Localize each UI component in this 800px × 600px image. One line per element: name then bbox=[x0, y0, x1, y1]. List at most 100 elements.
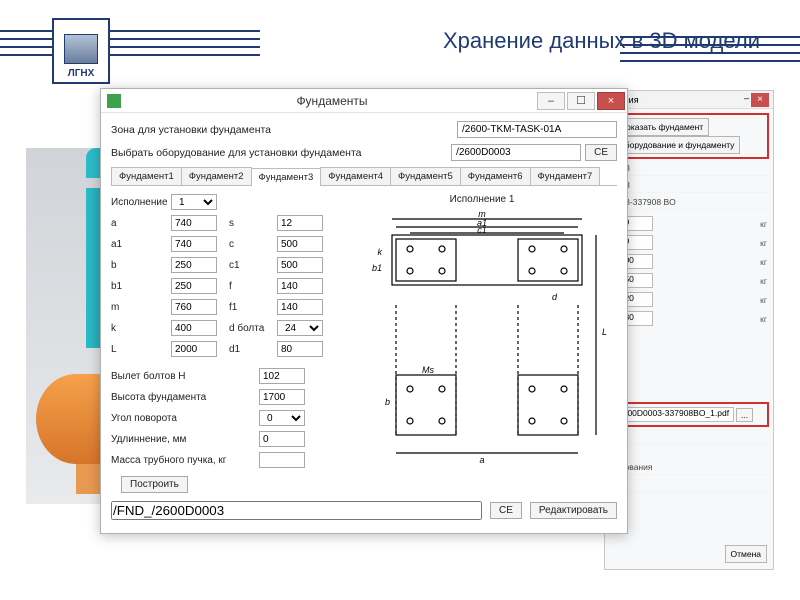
param-input[interactable] bbox=[259, 368, 305, 384]
dim-b: b bbox=[385, 397, 390, 407]
zone-input[interactable] bbox=[457, 121, 617, 138]
logo-icon bbox=[64, 34, 98, 64]
app-icon bbox=[107, 94, 121, 108]
param-label: Удлиннение, мм bbox=[111, 434, 259, 445]
zone-label: Зона для установки фундамента bbox=[111, 124, 457, 136]
param-input-a1[interactable] bbox=[171, 236, 217, 252]
param-label: a bbox=[111, 218, 171, 229]
param-input-c[interactable] bbox=[277, 236, 323, 252]
param-label: b1 bbox=[111, 281, 171, 292]
param-label: L bbox=[111, 344, 171, 355]
param-label: d болта bbox=[229, 323, 277, 334]
header-decor bbox=[0, 30, 260, 70]
param-select[interactable]: 0 bbox=[259, 410, 305, 426]
tab-foundation-2[interactable]: Фундамент2 bbox=[181, 167, 252, 185]
dim-c1: c1 bbox=[477, 225, 487, 235]
param-input-d1[interactable] bbox=[277, 341, 323, 357]
logo-text: ЛГНХ bbox=[68, 68, 95, 79]
tab-foundation-3[interactable]: Фундамент3 bbox=[251, 168, 322, 186]
param-label: c bbox=[229, 239, 277, 250]
path-input[interactable] bbox=[111, 501, 482, 520]
equipment-bg-dialog: ования – × Показать фундамент оборудован… bbox=[604, 90, 774, 570]
minimize-button[interactable]: – bbox=[537, 92, 565, 110]
ce-button[interactable]: CE bbox=[585, 144, 617, 161]
bg-field: 0003 bbox=[611, 180, 767, 193]
unit-label: кг bbox=[760, 238, 767, 248]
param-input-k[interactable] bbox=[171, 320, 217, 336]
build-button[interactable]: Построить bbox=[121, 476, 188, 493]
tab-foundation-5[interactable]: Фундамент5 bbox=[390, 167, 461, 185]
param-label: s bbox=[229, 218, 277, 229]
logo: ЛГНХ bbox=[52, 18, 110, 84]
dim-d: d bbox=[552, 292, 558, 302]
param-label: k bbox=[111, 323, 171, 334]
unit-label: кг bbox=[760, 295, 767, 305]
goto-equipment-button[interactable]: оборудование и фундаменту bbox=[614, 136, 740, 154]
param-select-bolt-d[interactable]: 24 bbox=[277, 320, 323, 336]
page-title: Хранение данных в 3D модели bbox=[443, 28, 760, 54]
param-input-f1[interactable] bbox=[277, 299, 323, 315]
param-label: c1 bbox=[229, 260, 277, 271]
show-foundation-button[interactable]: Показать фундамент bbox=[614, 118, 709, 136]
dim-k: k bbox=[378, 247, 383, 257]
tab-foundation-4[interactable]: Фундамент4 bbox=[320, 167, 391, 185]
bg-label: ии bbox=[611, 479, 767, 492]
unit-label: кг bbox=[760, 276, 767, 286]
browse-button[interactable]: ... bbox=[736, 408, 753, 422]
cancel-button[interactable]: Отмена bbox=[725, 545, 768, 563]
exec-label: Исполнение bbox=[111, 197, 171, 208]
param-label: Угол поворота bbox=[111, 413, 259, 424]
tab-foundation-7[interactable]: Фундамент7 bbox=[530, 167, 601, 185]
param-input[interactable] bbox=[259, 389, 305, 405]
dim-b1: b1 bbox=[372, 263, 382, 273]
maximize-button[interactable]: ☐ bbox=[567, 92, 595, 110]
edit-button[interactable]: Редактировать bbox=[530, 502, 617, 519]
highlighted-controls: Показать фундамент оборудование и фундам… bbox=[609, 113, 769, 159]
param-label: f bbox=[229, 281, 277, 292]
param-input[interactable] bbox=[259, 452, 305, 468]
dim-s: Мs bbox=[422, 365, 434, 375]
ce-button-bottom[interactable]: CE bbox=[490, 502, 522, 519]
foundations-dialog: Фундаменты – ☐ × Зона для установки фунд… bbox=[100, 88, 628, 534]
bg-field: В/Ж bbox=[611, 431, 767, 444]
param-label: a1 bbox=[111, 239, 171, 250]
param-input-f[interactable] bbox=[277, 278, 323, 294]
param-input-b1[interactable] bbox=[171, 278, 217, 294]
unit-label: кг bbox=[760, 314, 767, 324]
param-input[interactable] bbox=[259, 431, 305, 447]
param-label: f1 bbox=[229, 302, 277, 313]
param-label: b bbox=[111, 260, 171, 271]
diagram-title: Исполнение 1 bbox=[347, 194, 617, 205]
dim-L: L bbox=[602, 327, 607, 337]
bg-label: рудования bbox=[611, 462, 767, 475]
minimize-icon[interactable]: – bbox=[744, 93, 749, 107]
exec-select[interactable]: 1 bbox=[171, 194, 217, 210]
param-label: m bbox=[111, 302, 171, 313]
bg-field: 0003-337908 BO bbox=[611, 197, 767, 210]
tab-foundation-6[interactable]: Фундамент6 bbox=[460, 167, 531, 185]
tab-foundation-1[interactable]: Фундамент1 bbox=[111, 167, 182, 185]
param-input-s[interactable] bbox=[277, 215, 323, 231]
bg-field: 0003 bbox=[611, 163, 767, 176]
equipment-label: Выбрать оборудование для установки фунда… bbox=[111, 147, 451, 159]
dialog-title: Фундаменты bbox=[127, 94, 537, 108]
param-input-L[interactable] bbox=[171, 341, 217, 357]
param-input-m[interactable] bbox=[171, 299, 217, 315]
diagram-svg: m a1 c1 k b1 d L b Мs a bbox=[347, 205, 617, 465]
close-button[interactable]: × bbox=[597, 92, 625, 110]
highlighted-pdf: 2600D0003-337908BO_1.pdf ... bbox=[609, 402, 769, 427]
equipment-input[interactable] bbox=[451, 144, 581, 161]
param-label: Вылет болтов H bbox=[111, 371, 259, 382]
param-label: Высота фундамента bbox=[111, 392, 259, 403]
foundation-diagram: Исполнение 1 bbox=[347, 194, 617, 493]
param-input-a[interactable] bbox=[171, 215, 217, 231]
param-input-b[interactable] bbox=[171, 257, 217, 273]
unit-label: кг bbox=[760, 257, 767, 267]
pdf-path-field[interactable]: 2600D0003-337908BO_1.pdf bbox=[614, 407, 734, 422]
param-label: d1 bbox=[229, 344, 277, 355]
dim-a: a bbox=[479, 455, 484, 465]
foundation-tabs: Фундамент1Фундамент2Фундамент3Фундамент4… bbox=[111, 167, 617, 186]
param-label: Масса трубного пучка, кг bbox=[111, 455, 259, 466]
param-input-c1[interactable] bbox=[277, 257, 323, 273]
close-icon[interactable]: × bbox=[751, 93, 769, 107]
